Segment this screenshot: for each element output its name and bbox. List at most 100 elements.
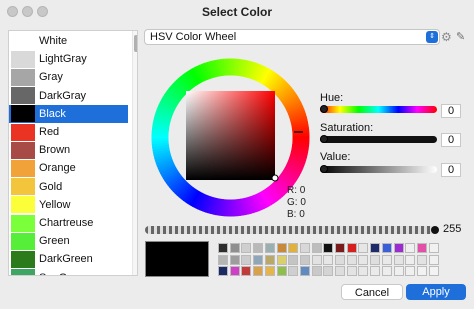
color-list[interactable]: White LightGray Gray DarkGray Black Red Brown O… xyxy=(8,30,138,276)
color-swatch xyxy=(11,214,35,232)
hue-value-field[interactable]: 0 xyxy=(441,104,461,118)
swatch-cell[interactable] xyxy=(393,243,404,253)
apply-button[interactable]: Apply xyxy=(406,284,466,300)
swatch-cell[interactable] xyxy=(264,243,275,253)
swatch-cell[interactable] xyxy=(264,254,275,265)
swatch-cell[interactable] xyxy=(381,266,392,277)
value-value-field[interactable]: 0 xyxy=(441,163,461,177)
swatch-cell[interactable] xyxy=(416,254,427,265)
swatch-cell[interactable] xyxy=(405,243,416,253)
color-name: Gold xyxy=(39,180,63,193)
color-swatch xyxy=(11,87,35,105)
color-list-item[interactable]: LightGray xyxy=(9,50,128,68)
color-list-item[interactable]: Brown xyxy=(9,141,128,159)
swatch-cell[interactable] xyxy=(276,266,287,277)
swatch-cell[interactable] xyxy=(299,254,310,265)
swatch-cell[interactable] xyxy=(381,254,392,265)
color-list-scrollbar[interactable] xyxy=(132,31,137,275)
opacity-slider-knob[interactable] xyxy=(431,226,439,234)
swatch-cell[interactable] xyxy=(346,243,357,253)
swatch-cell[interactable] xyxy=(323,254,334,265)
opacity-value: 255 xyxy=(443,223,462,235)
color-list-item[interactable]: Black xyxy=(9,104,128,123)
color-list-item[interactable]: Gold xyxy=(9,178,128,196)
scrollbar-thumb[interactable] xyxy=(134,35,137,52)
swatch-cell[interactable] xyxy=(358,266,369,277)
swatch-cell[interactable] xyxy=(370,266,381,277)
swatch-cell[interactable] xyxy=(229,254,240,265)
select-color-dialog: Select Color White LightGray Gray DarkGray B… xyxy=(0,0,474,309)
swatch-cell[interactable] xyxy=(370,243,381,253)
swatch-cell[interactable] xyxy=(335,254,345,265)
swatch-cell[interactable] xyxy=(229,266,240,277)
swatch-cell[interactable] xyxy=(253,266,264,277)
saturation-value-field[interactable]: 0 xyxy=(441,133,461,147)
color-list-item[interactable]: SeaGreen xyxy=(9,269,128,275)
opacity-slider[interactable] xyxy=(145,226,435,234)
saturation-slider[interactable] xyxy=(320,136,437,143)
color-list-item[interactable]: Chartreuse xyxy=(9,214,128,232)
color-list-item[interactable]: DarkGreen xyxy=(9,250,128,268)
swatch-cell[interactable] xyxy=(346,254,357,265)
swatch-cell[interactable] xyxy=(311,243,322,253)
saturation-value-square[interactable] xyxy=(186,91,275,180)
swatch-cell[interactable] xyxy=(241,254,252,265)
swatch-cell[interactable] xyxy=(381,243,392,253)
swatch-cell[interactable] xyxy=(416,243,427,253)
swatch-cell[interactable] xyxy=(323,243,334,253)
swatch-cell[interactable] xyxy=(218,243,228,253)
swatch-cell[interactable] xyxy=(299,266,310,277)
color-list-item[interactable]: Orange xyxy=(9,159,128,177)
swatch-cell[interactable] xyxy=(253,254,264,265)
swatch-cell[interactable] xyxy=(229,243,240,253)
swatch-cell[interactable] xyxy=(311,254,322,265)
color-name: Brown xyxy=(39,144,71,157)
swatch-cell[interactable] xyxy=(428,266,439,277)
swatch-cell[interactable] xyxy=(241,266,252,277)
swatch-cell[interactable] xyxy=(276,254,287,265)
swatch-cell[interactable] xyxy=(428,254,439,265)
swatch-cell[interactable] xyxy=(370,254,381,265)
chevron-updown-icon: ⇕ xyxy=(426,31,438,43)
color-list-item[interactable]: Yellow xyxy=(9,196,128,214)
swatch-cell[interactable] xyxy=(358,254,369,265)
swatch-cell[interactable] xyxy=(288,266,299,277)
swatch-cell[interactable] xyxy=(311,266,322,277)
color-list-item[interactable]: Red xyxy=(9,123,128,141)
swatch-cell[interactable] xyxy=(264,266,275,277)
swatch-cell[interactable] xyxy=(393,266,404,277)
swatch-cell[interactable] xyxy=(253,243,264,253)
color-list-item[interactable]: DarkGray xyxy=(9,87,128,105)
color-list-item[interactable]: Green xyxy=(9,232,128,250)
swatch-cell[interactable] xyxy=(335,243,345,253)
swatch-cell[interactable] xyxy=(358,243,369,253)
swatch-cell[interactable] xyxy=(428,243,439,253)
sv-selector[interactable] xyxy=(271,174,279,182)
value-slider[interactable] xyxy=(320,166,437,173)
saturation-slider-knob[interactable] xyxy=(320,135,328,143)
value-slider-knob[interactable] xyxy=(320,165,328,173)
swatch-cell[interactable] xyxy=(335,266,345,277)
swatch-cell[interactable] xyxy=(405,254,416,265)
swatch-cell[interactable] xyxy=(346,266,357,277)
swatch-cell[interactable] xyxy=(218,254,228,265)
swatch-cell[interactable] xyxy=(393,254,404,265)
eyedropper-icon[interactable]: ✎ xyxy=(456,30,468,44)
swatch-cell[interactable] xyxy=(288,254,299,265)
swatch-cell[interactable] xyxy=(416,266,427,277)
swatch-cell[interactable] xyxy=(323,266,334,277)
color-list-item[interactable]: Gray xyxy=(9,68,128,86)
swatch-cell[interactable] xyxy=(241,243,252,253)
cancel-button[interactable]: Cancel xyxy=(341,284,403,300)
swatch-cell[interactable] xyxy=(288,243,299,253)
hue-slider-knob[interactable] xyxy=(320,105,328,113)
swatch-cell[interactable] xyxy=(218,266,228,277)
color-mode-dropdown[interactable]: HSV Color Wheel ⇕ xyxy=(144,29,440,45)
swatch-cell[interactable] xyxy=(405,266,416,277)
swatch-cell[interactable] xyxy=(299,243,310,253)
gear-icon[interactable]: ⚙ xyxy=(441,30,453,44)
color-swatch xyxy=(11,178,35,196)
swatch-cell[interactable] xyxy=(276,243,287,253)
color-list-item[interactable]: White xyxy=(9,32,128,50)
hue-slider[interactable] xyxy=(320,106,437,113)
